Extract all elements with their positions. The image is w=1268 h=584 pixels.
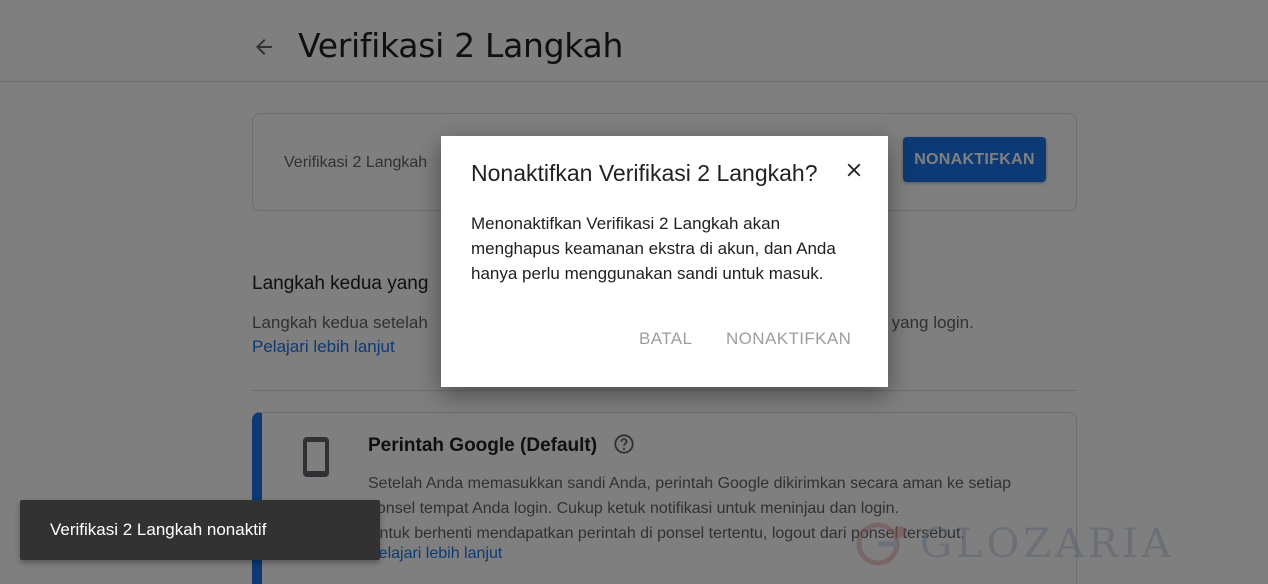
dialog-body: Menonaktifkan Verifikasi 2 Langkah akan …	[471, 214, 836, 283]
cancel-button[interactable]: BATAL	[628, 323, 703, 355]
confirm-turn-off-button[interactable]: NONAKTIFKAN	[715, 323, 862, 355]
snackbar: Verifikasi 2 Langkah nonaktif	[20, 500, 380, 560]
dialog-title: Nonaktifkan Verifikasi 2 Langkah?	[471, 160, 818, 186]
close-icon[interactable]	[843, 159, 865, 181]
snackbar-text: Verifikasi 2 Langkah nonaktif	[50, 520, 267, 539]
turn-off-dialog: Nonaktifkan Verifikasi 2 Langkah? Menona…	[441, 136, 888, 387]
